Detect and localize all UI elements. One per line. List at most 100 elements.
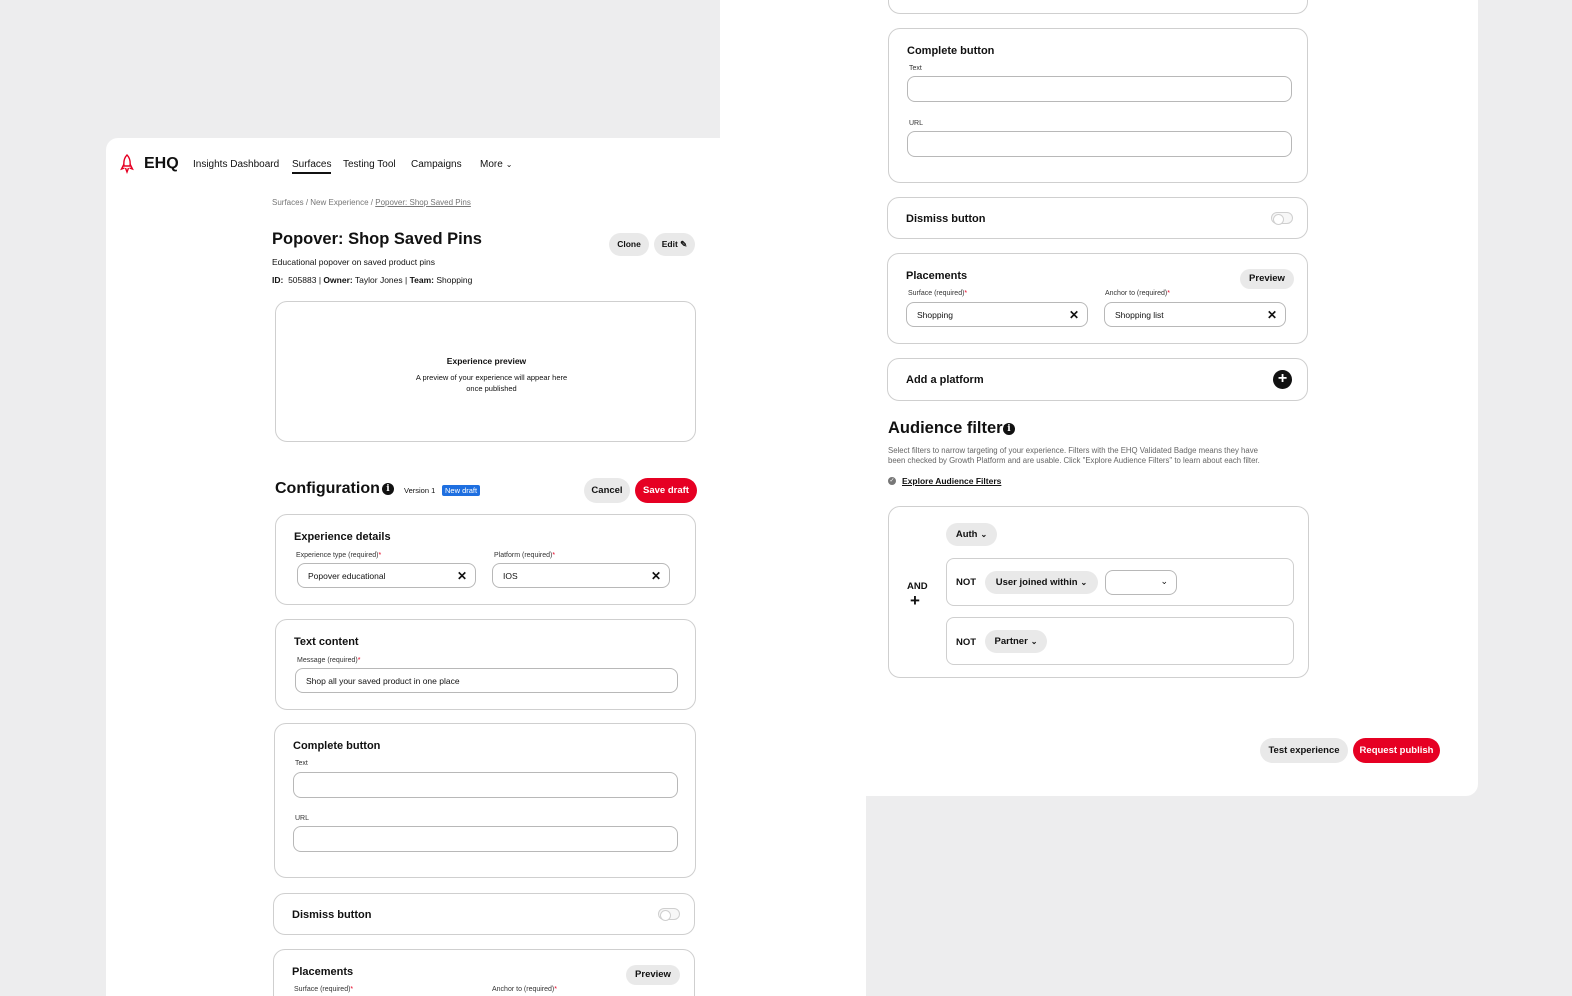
chevron-down-icon: ⌄	[505, 160, 513, 169]
configuration-title: Configuration	[275, 480, 380, 497]
front-panel: EHQ Insights Dashboard Surfaces Testing …	[106, 138, 866, 996]
save-draft-button[interactable]: Save draft	[635, 478, 697, 503]
clipped-card	[888, 0, 1308, 14]
dismiss-button-card: Dismiss button	[273, 893, 695, 935]
audience-filters-description-1: Select filters to narrow targeting of yo…	[888, 446, 1258, 455]
filter-row: NOT Partner ⌄	[946, 617, 1294, 665]
anchor-label: Anchor to (required)*	[1105, 290, 1170, 297]
add-platform-card[interactable]: Add a platform +	[887, 358, 1308, 401]
nav-insights-dashboard[interactable]: Insights Dashboard	[193, 159, 279, 170]
complete-button-card: Complete button Text URL	[274, 723, 696, 878]
anchor-select[interactable]: Shopping list ✕	[1104, 302, 1286, 327]
joined-within-value-select[interactable]: ⌄	[1105, 570, 1177, 595]
nav-testing-tool[interactable]: Testing Tool	[343, 159, 396, 170]
filter-row: NOT User joined within ⌄ ⌄	[946, 558, 1294, 606]
audience-filters-description-2: been checked by Growth Platform and are …	[888, 456, 1260, 465]
text-content-title: Text content	[294, 636, 359, 648]
add-filter-button[interactable]: +	[910, 591, 920, 611]
experience-details-title: Experience details	[294, 531, 391, 543]
url-field-label: URL	[909, 120, 924, 127]
complete-text-input[interactable]	[907, 76, 1292, 102]
dismiss-toggle[interactable]	[1271, 212, 1293, 225]
message-label: Message (required)*	[297, 657, 361, 664]
chevron-down-icon: ⌄	[1080, 578, 1088, 587]
placements-title: Placements	[292, 966, 354, 978]
cancel-button[interactable]: Cancel	[584, 478, 630, 503]
page-title: Popover: Shop Saved Pins	[272, 230, 482, 248]
experience-type-select[interactable]: Popover educational ✕	[297, 563, 476, 588]
preview-line-2: once published	[466, 384, 517, 393]
text-content-card: Text content Message (required)* Shop al…	[275, 619, 696, 710]
close-icon[interactable]: ✕	[651, 569, 661, 583]
request-publish-button[interactable]: Request publish	[1353, 738, 1440, 763]
breadcrumb: Surfaces / New Experience / Popover: Sho…	[272, 198, 471, 207]
breadcrumb-surfaces[interactable]: Surfaces	[272, 198, 304, 207]
nav-surfaces[interactable]: Surfaces	[292, 159, 332, 174]
pencil-icon: ✎	[680, 239, 688, 249]
not-label: NOT	[956, 637, 977, 648]
app-name[interactable]: EHQ	[144, 155, 179, 173]
auth-filter-pill[interactable]: Auth ⌄	[946, 523, 997, 546]
experience-details-card: Experience details Experience type (requ…	[275, 514, 696, 605]
chevron-down-icon: ⌄	[1160, 576, 1168, 586]
anchor-value: Shopping list	[1115, 310, 1164, 320]
experience-type-label: Experience type (required)*	[296, 552, 382, 559]
placements-preview-button[interactable]: Preview	[1240, 269, 1294, 289]
rocket-logo-icon[interactable]	[120, 154, 134, 174]
clone-button[interactable]: Clone	[609, 233, 649, 256]
badge-check-icon: ✓	[888, 477, 896, 485]
new-draft-badge: New draft	[442, 485, 481, 496]
page-subtitle: Educational popover on saved product pin…	[272, 257, 436, 267]
url-field-label: URL	[295, 815, 310, 822]
platform-label: Platform (required)*	[494, 552, 556, 559]
placements-preview-button[interactable]: Preview	[626, 965, 680, 985]
chevron-down-icon: ⌄	[980, 530, 988, 539]
anchor-label: Anchor to (required)*	[492, 986, 557, 993]
version-label: Version 1	[404, 486, 436, 495]
surface-select[interactable]: Shopping ✕	[906, 302, 1088, 327]
explore-audience-filters-link[interactable]: Explore Audience Filters	[902, 476, 1001, 486]
message-input[interactable]: Shop all your saved product in one place	[295, 668, 678, 693]
close-icon[interactable]: ✕	[457, 569, 467, 583]
breadcrumb-current[interactable]: Popover: Shop Saved Pins	[375, 198, 471, 207]
complete-url-input[interactable]	[293, 826, 678, 852]
plus-circle-icon[interactable]: +	[1273, 370, 1292, 389]
edit-button[interactable]: Edit ✎	[654, 233, 695, 256]
nav-campaigns[interactable]: Campaigns	[411, 159, 462, 170]
user-joined-within-pill[interactable]: User joined within ⌄	[985, 571, 1098, 594]
breadcrumb-new-experience[interactable]: New Experience	[310, 198, 368, 207]
info-icon[interactable]: i	[1003, 423, 1015, 435]
add-platform-label: Add a platform	[906, 374, 984, 386]
info-icon[interactable]: i	[382, 483, 394, 495]
partner-pill[interactable]: Partner ⌄	[985, 630, 1047, 653]
not-label: NOT	[956, 577, 977, 588]
close-icon[interactable]: ✕	[1267, 308, 1277, 322]
test-experience-button[interactable]: Test experience	[1260, 738, 1348, 763]
complete-button-title: Complete button	[293, 740, 381, 752]
dismiss-button-title: Dismiss button	[292, 909, 372, 921]
nav-more[interactable]: More ⌄	[480, 159, 513, 170]
surface-label: Surface (required)*	[294, 986, 354, 993]
preview-title: Experience preview	[446, 356, 527, 366]
experience-preview-card: Experience preview A preview of your exp…	[275, 301, 696, 442]
audience-filters-title: Audience filters	[888, 419, 1012, 437]
chevron-down-icon: ⌄	[1030, 637, 1038, 646]
surface-value: Shopping	[917, 310, 953, 320]
text-field-label: Text	[909, 65, 922, 72]
complete-text-input[interactable]	[293, 772, 678, 798]
dismiss-button-card: Dismiss button	[887, 197, 1308, 239]
preview-line-1: A preview of your experience will appear…	[415, 373, 568, 382]
experience-meta: ID: 505883 | Owner: Taylor Jones | Team:…	[272, 275, 473, 285]
close-icon[interactable]: ✕	[1069, 308, 1079, 322]
complete-button-card: Complete button Text URL	[888, 28, 1308, 183]
dismiss-toggle[interactable]	[658, 908, 680, 921]
experience-type-value: Popover educational	[308, 571, 386, 581]
placements-card: Placements Preview Surface (required)* S…	[887, 253, 1308, 344]
placements-card: Placements Preview Surface (required)* A…	[273, 949, 695, 996]
dismiss-button-title: Dismiss button	[906, 213, 986, 225]
message-value: Shop all your saved product in one place	[306, 676, 460, 686]
placements-title: Placements	[906, 270, 968, 282]
complete-url-input[interactable]	[907, 131, 1292, 157]
platform-select[interactable]: IOS ✕	[492, 563, 670, 588]
surface-label: Surface (required)*	[908, 290, 968, 297]
